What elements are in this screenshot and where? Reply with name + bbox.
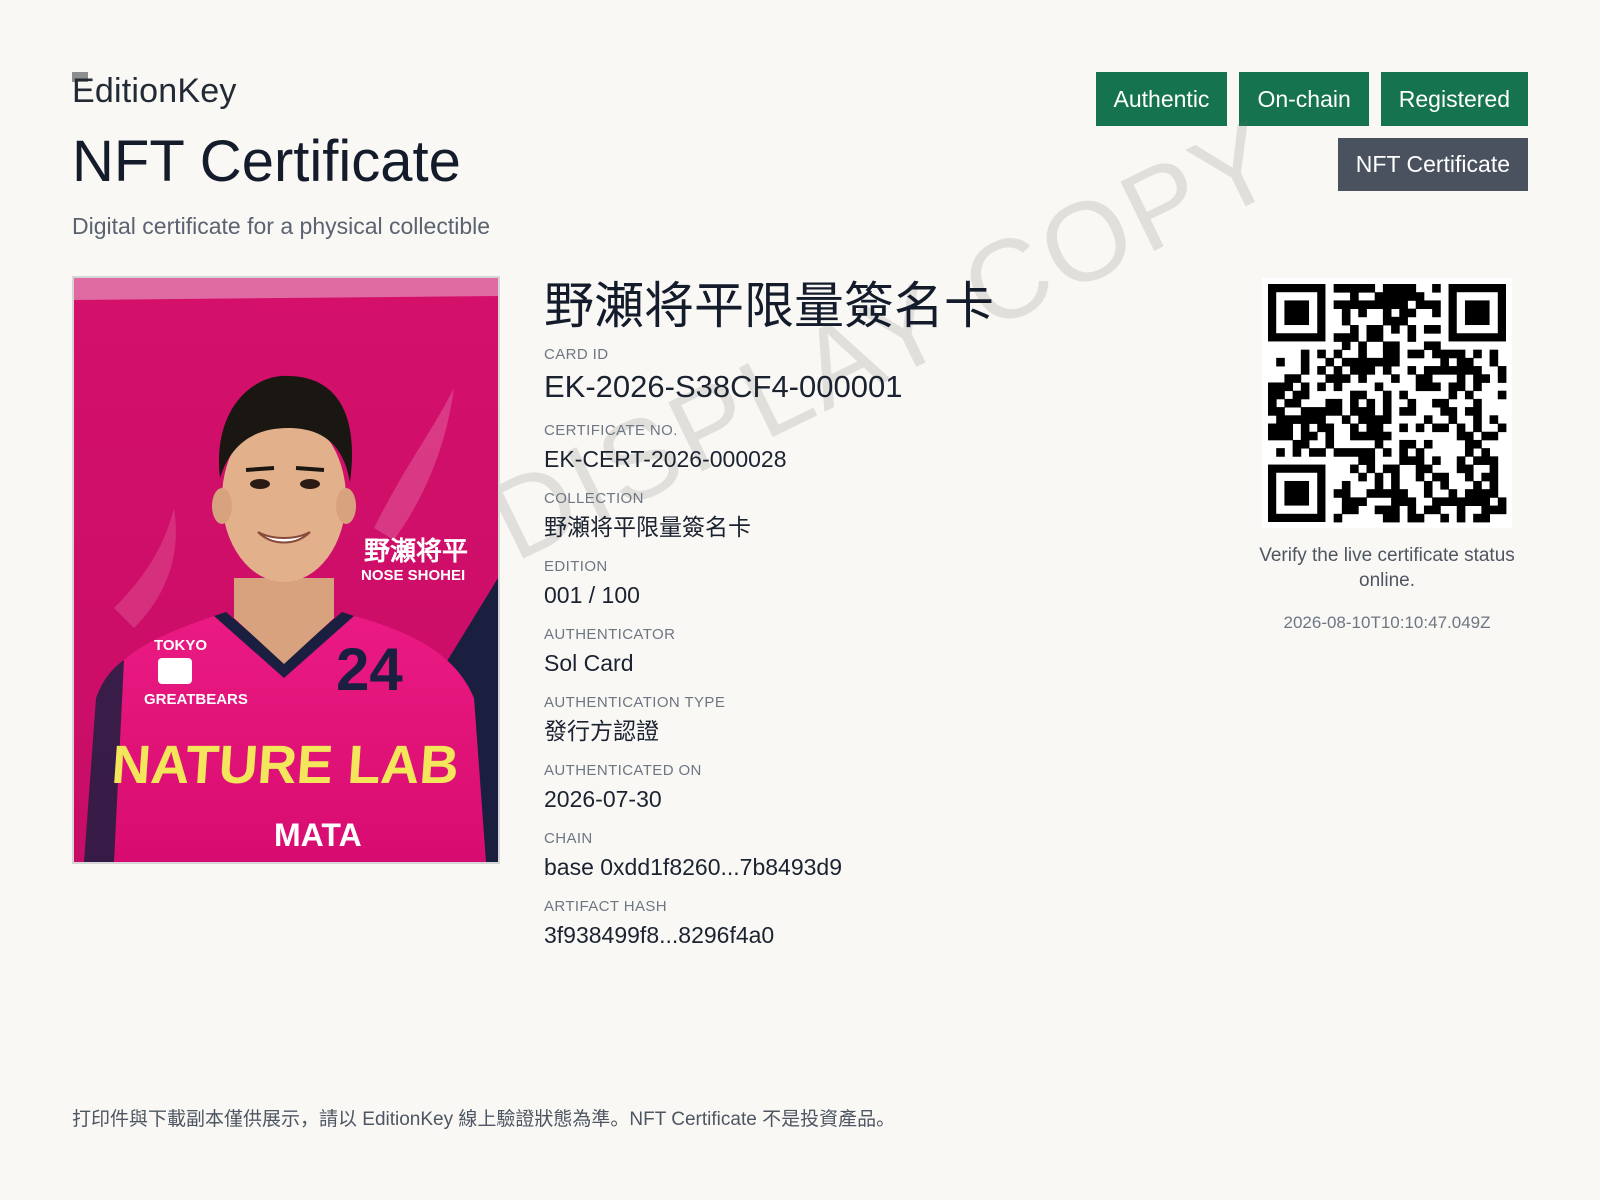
field-label: COLLECTION <box>544 490 644 507</box>
qr-code-graphic <box>1268 284 1507 523</box>
field-certificate-no: CERTIFICATE NO. EK-CERT-2026-000028 <box>544 422 1184 474</box>
badge-certificate-type: NFT Certificate <box>1337 138 1528 191</box>
verify-text: Verify the live certificate status onlin… <box>1259 545 1515 591</box>
player-name-jp: 野瀬将平 <box>364 537 468 567</box>
brand-name: EditionKey <box>72 72 237 110</box>
field-value: EK-2026-S38CF4-000001 <box>544 369 903 404</box>
page-title: NFT Certificate <box>72 129 461 194</box>
footer-disclaimer: 打印件與下載副本僅供展示，請以 EditionKey 線上驗證狀態為準。NFT … <box>72 1109 896 1130</box>
field-authenticator: AUTHENTICATOR Sol Card <box>544 626 1184 678</box>
page-subtitle: Digital certificate for a physical colle… <box>72 213 491 239</box>
field-artifact-hash: ARTIFACT HASH 3f938499f8...8296f4a0 <box>544 898 1184 950</box>
badge-on-chain: On-chain <box>1239 72 1369 126</box>
field-label: AUTHENTICATOR <box>544 626 676 643</box>
team-text-tokyo: TOKYO <box>154 637 207 654</box>
player-photo: NATURE LAB 24 TOKYO GREATBEARS MATA 野瀬将平… <box>74 278 498 862</box>
jersey-number: 24 <box>336 636 403 703</box>
badge-registered: Registered <box>1380 72 1528 126</box>
certificate-details: 野瀬将平限量簽名卡 CARD ID EK-2026-S38CF4-000001 … <box>544 274 1184 966</box>
status-badges: Authentic On-chain Registered <box>1095 72 1528 126</box>
field-chain: CHAIN base 0xdd1f8260...7b8493d9 <box>544 830 1184 882</box>
qr-code-icon[interactable] <box>1262 278 1512 528</box>
field-value: 3f938499f8...8296f4a0 <box>544 922 775 948</box>
field-collection: COLLECTION 野瀬将平限量簽名卡 <box>544 490 1184 542</box>
field-authenticated-on: AUTHENTICATED ON 2026-07-30 <box>544 762 1184 814</box>
field-label: CHAIN <box>544 830 593 847</box>
field-value: 野瀬将平限量簽名卡 <box>544 514 751 540</box>
field-value: base 0xdd1f8260...7b8493d9 <box>544 854 842 880</box>
sponsor-text: NATURE LAB <box>110 735 461 795</box>
field-label: CERTIFICATE NO. <box>544 422 678 439</box>
field-label: CARD ID <box>544 346 609 363</box>
sponsor-text-2: MATA <box>274 817 362 853</box>
team-text-greatbears: GREATBEARS <box>144 691 248 708</box>
badge-authentic: Authentic <box>1095 72 1228 126</box>
field-value: 001 / 100 <box>544 582 640 608</box>
field-value: EK-CERT-2026-000028 <box>544 446 787 472</box>
field-label: AUTHENTICATED ON <box>544 762 702 779</box>
field-value: Sol Card <box>544 650 634 676</box>
field-label: ARTIFACT HASH <box>544 898 668 915</box>
field-label: EDITION <box>544 558 608 575</box>
field-value: 發行方認證 <box>544 718 659 744</box>
field-label: AUTHENTICATION TYPE <box>544 694 726 711</box>
field-authentication-type: AUTHENTICATION TYPE 發行方認證 <box>544 694 1184 746</box>
player-name-en: NOSE SHOHEI <box>361 567 465 584</box>
field-value: 2026-07-30 <box>544 786 662 812</box>
field-card-id: CARD ID EK-2026-S38CF4-000001 <box>544 346 1184 406</box>
field-edition: EDITION 001 / 100 <box>544 558 1184 610</box>
card-image: NATURE LAB 24 TOKYO GREATBEARS MATA 野瀬将平… <box>72 276 500 864</box>
verification-timestamp: 2026-08-10T10:10:47.049Z <box>1283 613 1491 632</box>
card-name: 野瀬将平限量簽名卡 <box>544 278 994 334</box>
